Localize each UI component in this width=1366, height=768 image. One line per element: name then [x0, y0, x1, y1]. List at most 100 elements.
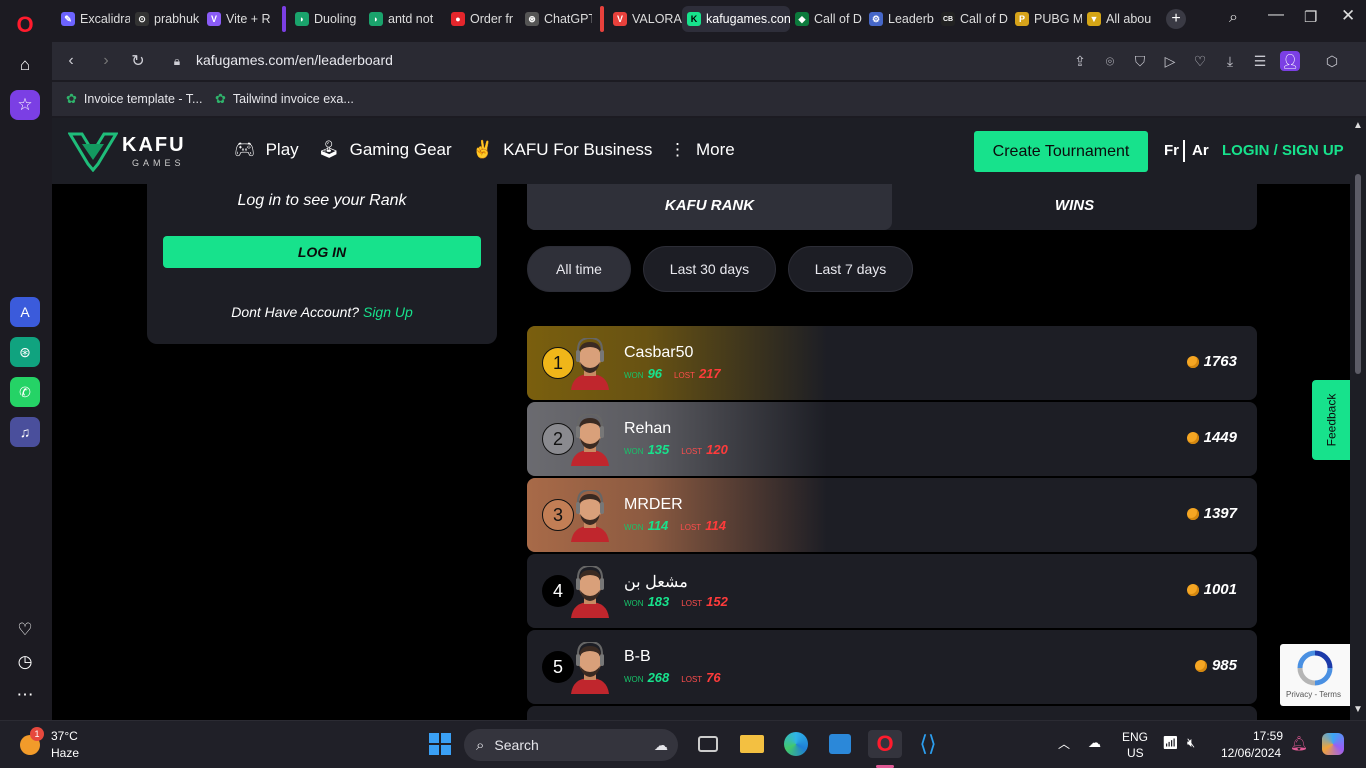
scroll-thumb[interactable]	[1355, 174, 1361, 374]
tab[interactable]: V Vite + R	[202, 6, 276, 32]
new-tab-icon[interactable]: +	[1166, 9, 1186, 29]
chatgpt-app-icon[interactable]: ⊛	[10, 337, 40, 367]
tab[interactable]: V VALORA	[608, 6, 682, 32]
lang-fr[interactable]: Fr	[1164, 142, 1179, 159]
tray-overflow-icon[interactable]: ︿	[1058, 735, 1070, 752]
tab[interactable]: ⚙ Leaderb	[864, 6, 936, 32]
volume-muted-icon[interactable]: 🔇︎	[1187, 735, 1195, 751]
login-signup-link[interactable]: LOGIN / SIGN UP	[1222, 142, 1344, 159]
tab[interactable]: ▼ All abou	[1082, 6, 1168, 32]
bookmark-item[interactable]: ✿ Tailwind invoice exa...	[215, 91, 354, 107]
more-options-icon[interactable]: ⋯	[10, 680, 40, 710]
table-row[interactable]: 5 B-B WON 268 LOST 76 985	[527, 630, 1257, 704]
weather-widget[interactable]: 1	[16, 727, 44, 757]
copilot-icon[interactable]	[1322, 733, 1344, 755]
recaptcha-badge[interactable]: Privacy - Terms	[1280, 644, 1350, 706]
url-field[interactable]: kafugames.com/en/leaderboard	[196, 52, 393, 68]
cloud-off-icon[interactable]: ☁	[1088, 735, 1101, 751]
feedback-tab[interactable]: Feedback	[1312, 380, 1350, 460]
scroll-up-icon[interactable]: ▲	[1353, 120, 1363, 131]
easy-setup-icon[interactable]: ☰	[1250, 51, 1270, 71]
heart-icon[interactable]: ♡	[10, 615, 40, 645]
extensions-icon[interactable]: ⬡	[1322, 51, 1342, 71]
nav-business[interactable]: ✌ KAFU For Business	[472, 140, 652, 160]
page-scrollbar[interactable]: ▲ ▼	[1350, 118, 1366, 720]
filter-all-time[interactable]: All time	[527, 246, 631, 292]
player-icon[interactable]: ▷	[1160, 51, 1180, 71]
forward-icon[interactable]: ›	[95, 50, 117, 72]
opera-logo-icon[interactable]: O	[10, 10, 40, 40]
player-points: 1001	[1186, 581, 1237, 598]
close-icon[interactable]: ✕	[1341, 6, 1355, 26]
table-row[interactable]: 4 مشعل بن WON 183 LOST 152 1001	[527, 554, 1257, 628]
player-name[interactable]: Casbar50	[624, 344, 693, 362]
speed-dial-icon[interactable]: ☆	[10, 90, 40, 120]
profile-icon[interactable]: 👤︎	[1280, 51, 1300, 71]
camera-icon[interactable]: ⌾	[1100, 51, 1120, 71]
adblock-icon[interactable]: ⛉	[1130, 51, 1150, 71]
home-icon[interactable]: ⌂	[10, 50, 40, 80]
history-icon[interactable]: ◷	[10, 647, 40, 677]
nav-gaming-gear[interactable]: 🕹︎ Gaming Gear	[318, 140, 452, 160]
taskbar-search[interactable]: ⌕ Search ☁	[464, 729, 678, 761]
player-name[interactable]: مشعل بن	[624, 572, 688, 592]
table-row[interactable]: 1 Casbar50 WON 96 LOST 217 1763	[527, 326, 1257, 400]
restore-icon[interactable]: ❐	[1304, 8, 1317, 26]
edge-icon[interactable]	[782, 730, 810, 758]
lang-indicator-bottom[interactable]: US	[1127, 746, 1144, 760]
tab[interactable]: ⊛ ChatGPT	[520, 6, 592, 32]
aria-app-icon[interactable]: A	[10, 297, 40, 327]
tab-title: PUBG M	[1034, 12, 1082, 26]
minimize-icon[interactable]: —	[1268, 6, 1284, 24]
clock-time[interactable]: 17:59	[1253, 729, 1283, 743]
nav-play[interactable]: 🎮︎ Play	[234, 140, 299, 160]
reload-icon[interactable]: ↻	[127, 50, 149, 72]
table-row[interactable]	[527, 706, 1257, 720]
file-explorer-icon[interactable]	[738, 730, 766, 758]
opera-taskbar-icon[interactable]: O	[868, 730, 902, 758]
table-row[interactable]: 3 MRDER WON 114 LOST 114 1397	[527, 478, 1257, 552]
lang-indicator-top[interactable]: ENG	[1122, 730, 1148, 744]
tab[interactable]: ◗ antd not	[364, 6, 440, 32]
player-name[interactable]: Rehan	[624, 420, 671, 438]
kafu-logo[interactable]: KAFU GAMES	[67, 130, 202, 173]
scroll-down-icon[interactable]: ▼	[1353, 704, 1363, 715]
tab-wins[interactable]: WINS	[892, 180, 1257, 230]
back-icon[interactable]: ‹	[60, 50, 82, 72]
tab[interactable]: ◗ Duoling	[290, 6, 364, 32]
tab[interactable]: P PUBG M	[1010, 6, 1082, 32]
favorites-heart-icon[interactable]: ♡	[1190, 51, 1210, 71]
whatsapp-app-icon[interactable]: ✆	[10, 377, 40, 407]
music-app-icon[interactable]: ♫	[10, 417, 40, 447]
notification-bell-icon[interactable]: 🔔︎	[1290, 735, 1308, 752]
tab-kafu-rank[interactable]: KAFU RANK	[527, 180, 892, 230]
table-row[interactable]: 2 Rehan WON 135 LOST 120 1449	[527, 402, 1257, 476]
lang-ar[interactable]: Ar	[1192, 142, 1209, 159]
tab[interactable]: ✎ Excalidra	[56, 6, 130, 32]
store-icon[interactable]	[826, 730, 854, 758]
search-tabs-icon[interactable]: ⌕	[1229, 9, 1238, 27]
windows-start-icon[interactable]	[426, 730, 454, 758]
signup-link[interactable]: Sign Up	[363, 304, 413, 320]
task-view-icon[interactable]	[694, 730, 722, 758]
bookmark-item[interactable]: ✿ Invoice template - T...	[66, 91, 202, 107]
player-name[interactable]: B-B	[624, 648, 651, 666]
tab[interactable]: CB Call of D	[936, 6, 1008, 32]
nav-more[interactable]: ⋮ More	[669, 140, 735, 160]
tab[interactable]: ● Order fr	[446, 6, 516, 32]
download-icon[interactable]: ⤓	[1220, 51, 1240, 71]
clock-date[interactable]: 12/06/2024	[1221, 746, 1281, 760]
wifi-icon[interactable]: 📶︎	[1162, 735, 1179, 751]
filter-last-30-days[interactable]: Last 30 days	[643, 246, 776, 292]
tab[interactable]: ⊙ prabhuk	[130, 6, 202, 32]
tab[interactable]: ◆ Call of D	[790, 6, 862, 32]
filter-last-7-days[interactable]: Last 7 days	[788, 246, 913, 292]
share-icon[interactable]: ⇪	[1070, 51, 1090, 71]
login-button[interactable]: LOG IN	[163, 236, 481, 268]
player-name[interactable]: MRDER	[624, 496, 683, 514]
lock-icon[interactable]: 🔒︎	[166, 50, 188, 72]
vscode-icon[interactable]: ⟨⟩	[914, 730, 942, 758]
create-tournament-button[interactable]: Create Tournament	[974, 131, 1148, 172]
recaptcha-links[interactable]: Privacy - Terms	[1286, 690, 1341, 699]
tab-active[interactable]: Kkafugames.con	[682, 6, 790, 32]
